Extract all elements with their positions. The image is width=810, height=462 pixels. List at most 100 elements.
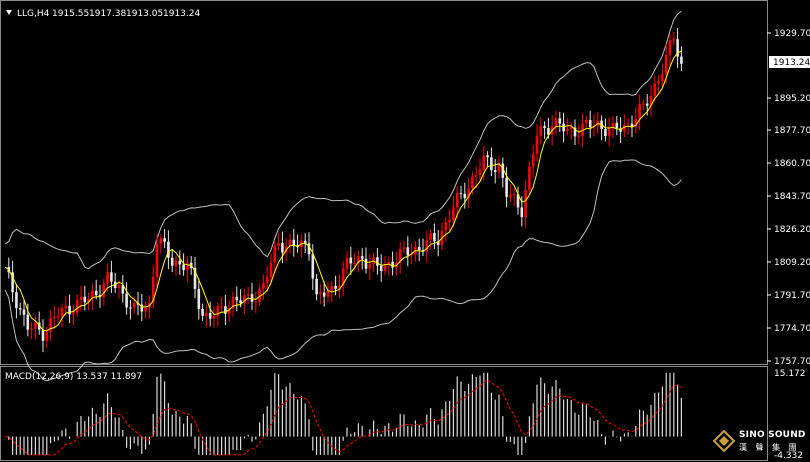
candle-body	[543, 126, 546, 129]
price-tick: 1826.20	[774, 225, 810, 235]
candle-body	[417, 246, 421, 251]
candle-body	[615, 122, 619, 129]
candle-body	[429, 233, 432, 240]
candle-body	[668, 40, 672, 55]
candle-body	[360, 256, 364, 259]
candle-body	[15, 292, 18, 309]
candle-body	[531, 153, 535, 167]
candle-body	[311, 254, 315, 279]
sino-sound-logo: SINO SOUND 漢 聲 集 團	[711, 428, 807, 458]
candle-body	[528, 166, 531, 191]
candle-body	[474, 175, 478, 177]
sino-sound-emblem-icon	[713, 430, 735, 452]
price-axis[interactable]: 1929.70 1895.20 1877.70 1860.70 1843.70 …	[767, 29, 810, 367]
candle-body	[110, 272, 113, 282]
candle-body	[486, 155, 489, 158]
macd-signal-line	[4, 379, 682, 456]
candle-body	[75, 299, 79, 313]
candle-body	[178, 260, 182, 265]
macd-indicator-label[interactable]: MACD(12,26,9) 13.537 11.897	[5, 372, 142, 382]
price-tick: 1809.20	[774, 258, 810, 268]
candle-body	[155, 244, 159, 277]
price-tick: 1774.70	[774, 324, 810, 334]
candle-body	[562, 123, 565, 132]
candle-body	[250, 294, 254, 302]
candle-body	[330, 285, 334, 291]
candle-body	[334, 285, 337, 289]
ohlc-close: 1913.24	[163, 9, 200, 19]
candle-body	[680, 56, 683, 64]
candle-body	[102, 283, 106, 297]
candle-body	[653, 83, 657, 96]
candle-body	[144, 307, 147, 312]
candle-body	[672, 39, 676, 41]
candle-body	[607, 128, 611, 137]
candle-body	[60, 307, 64, 317]
symbol-dropdown-icon[interactable]	[6, 10, 12, 15]
price-tick: 1860.70	[774, 159, 810, 169]
candle-body	[34, 322, 37, 329]
price-tick: 1929.70	[774, 29, 810, 39]
candle-body	[463, 193, 467, 199]
logo-subtitle: 漢 聲 集 團	[739, 443, 800, 452]
candle-body	[455, 193, 459, 208]
candle-body	[197, 288, 201, 310]
candle-body	[129, 307, 132, 309]
candle-body	[246, 294, 250, 296]
candle-body	[482, 155, 486, 170]
candle-body	[182, 264, 185, 271]
candle-body	[117, 285, 121, 288]
candle-body	[664, 54, 668, 74]
price-tick: 1791.70	[774, 291, 810, 301]
candle-body	[383, 264, 387, 271]
candlestick-series	[7, 28, 683, 353]
candle-body	[125, 293, 128, 308]
candle-body	[68, 305, 71, 315]
main-chart-frame	[0, 0, 768, 365]
price-tick: 1877.70	[774, 126, 810, 136]
candle-body	[235, 296, 239, 301]
candle-body	[345, 257, 349, 269]
candle-body	[159, 238, 163, 245]
candle-body	[201, 309, 204, 316]
macd-signal-line	[4, 379, 682, 456]
candle-body	[326, 290, 330, 297]
candle-body	[49, 318, 52, 332]
candle-body	[604, 128, 607, 137]
candle-body	[569, 127, 573, 129]
candle-body	[448, 220, 451, 223]
candle-body	[212, 315, 216, 319]
logo-name: SINO SOUND	[739, 430, 806, 440]
candle-body	[406, 247, 410, 256]
candle-body	[661, 73, 664, 82]
candle-body	[83, 296, 87, 303]
candle-body	[577, 135, 581, 137]
candle-body	[349, 257, 353, 264]
candle-body	[444, 222, 448, 231]
candle-body	[524, 190, 527, 218]
candle-body	[566, 128, 569, 132]
symbol-label: LLG,H4	[17, 9, 50, 19]
candle-body	[512, 194, 516, 196]
candle-body	[53, 317, 56, 319]
candle-body	[642, 103, 645, 105]
candle-body	[315, 278, 318, 295]
candle-body	[402, 247, 406, 250]
candle-body	[588, 120, 592, 128]
candle-body	[41, 329, 45, 341]
candle-body	[478, 169, 482, 176]
candle-body	[368, 264, 372, 269]
candle-body	[30, 328, 33, 330]
candle-body	[505, 177, 508, 197]
bollinger-bands	[4, 10, 682, 382]
candle-body	[79, 296, 83, 300]
candle-body	[490, 157, 493, 171]
candle-body	[220, 306, 223, 308]
ohlc-open: 1915.55	[52, 9, 89, 19]
candle-body	[626, 123, 630, 125]
candle-body	[224, 306, 227, 314]
candle-body	[509, 194, 512, 197]
price-tick: 1843.70	[774, 192, 810, 202]
candle-body	[292, 239, 296, 246]
trading-chart[interactable]: LLG,H4 1915.55 1917.38 1913.05 1913.24 1…	[0, 0, 810, 462]
